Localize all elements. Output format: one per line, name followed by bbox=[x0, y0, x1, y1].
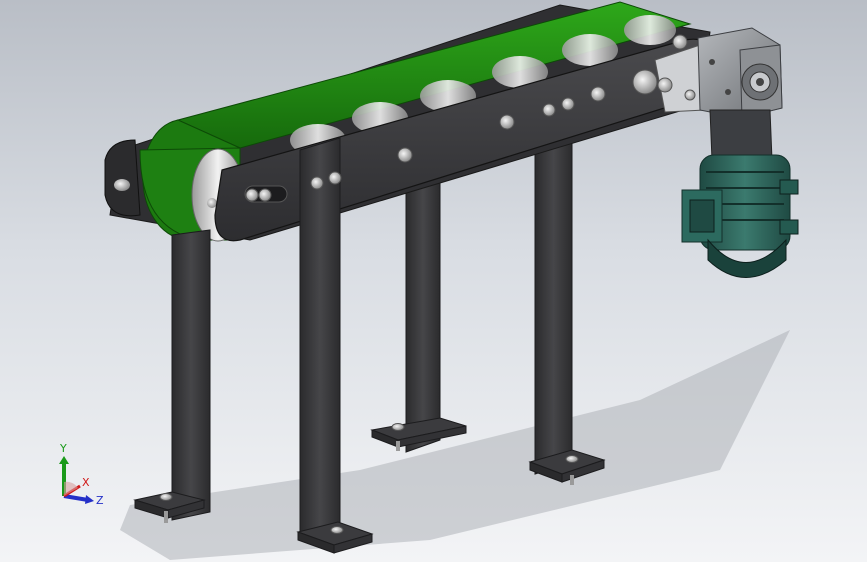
front-leg-left bbox=[133, 229, 211, 523]
z-axis-label: Z bbox=[96, 494, 104, 506]
y-axis-label: Y bbox=[59, 442, 67, 455]
ground-shadow bbox=[120, 330, 790, 560]
back-leg-left bbox=[370, 179, 467, 453]
cad-viewport[interactable]: Y X Z bbox=[0, 0, 867, 562]
gearbox bbox=[697, 27, 783, 161]
z-axis-arrow-icon bbox=[85, 495, 94, 504]
triad-plane-icon bbox=[64, 481, 78, 496]
z-axis-line bbox=[63, 494, 89, 502]
y-axis-arrow-icon bbox=[59, 456, 69, 464]
coordinate-triad: Y X Z bbox=[59, 442, 104, 506]
x-axis-label: X bbox=[82, 476, 90, 489]
electric-motor bbox=[681, 154, 799, 278]
conveyor-model[interactable] bbox=[0, 0, 867, 562]
